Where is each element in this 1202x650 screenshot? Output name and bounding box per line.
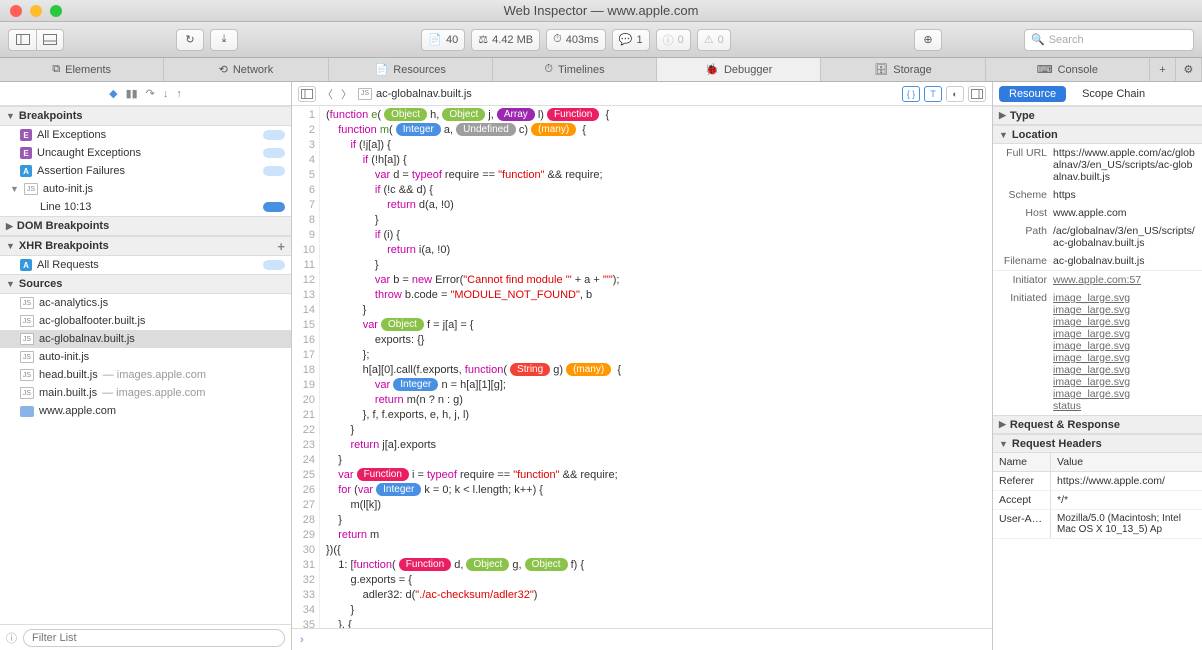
issues-icon[interactable]: ⓘ bbox=[6, 630, 17, 646]
toolbar: ↻ ⤓ 📄 40 ⚖ 4.42 MB ⏱ 403ms 💬 1 ⓘ 0 ⚠ 0 ⊕… bbox=[0, 22, 1202, 58]
breakpoints-header[interactable]: ▼Breakpoints bbox=[0, 106, 291, 126]
tab-settings[interactable]: ⚙ bbox=[1176, 58, 1202, 81]
sidebar-right: Resource Scope Chain ▶Type ▼Location Ful… bbox=[992, 82, 1202, 650]
initiated-link[interactable]: image_large.svg bbox=[1053, 304, 1130, 316]
details-tab-scope[interactable]: Scope Chain bbox=[1072, 86, 1155, 102]
bp-line[interactable]: Line 10:13 bbox=[0, 198, 291, 216]
dom-breakpoints-header[interactable]: ▶DOM Breakpoints bbox=[0, 216, 291, 236]
size-metric[interactable]: ⚖ 4.42 MB bbox=[471, 29, 540, 51]
initiated-link[interactable]: image_large.svg bbox=[1053, 388, 1130, 400]
breadcrumb[interactable]: JSac-globalnav.built.js bbox=[358, 88, 472, 100]
initiated-link[interactable]: image_large.svg bbox=[1053, 292, 1130, 304]
req-headers-section[interactable]: ▼Request Headers bbox=[993, 434, 1202, 453]
initiated-link[interactable]: image_large.svg bbox=[1053, 316, 1130, 328]
code-content[interactable]: (function e( Object h, Object j, Array l… bbox=[320, 106, 992, 628]
filter-bar: ⓘ bbox=[0, 624, 291, 650]
coverage-button[interactable]: ◐ bbox=[946, 86, 964, 102]
initiated-link[interactable]: image_large.svg bbox=[1053, 352, 1130, 364]
initiated-link[interactable]: image_large.svg bbox=[1053, 340, 1130, 352]
editor: 〈 〉 JSac-globalnav.built.js { } T ◐ 1234… bbox=[292, 82, 992, 650]
time-metric[interactable]: ⏱ 403ms bbox=[546, 29, 606, 51]
sidebar-left: ◆ ▮▮ ↷ ↓ ↑ ▼Breakpoints EAll Exceptions … bbox=[0, 82, 292, 650]
tabbar: ⧉Elements ⟲Network 📄Resources ⏱Timelines… bbox=[0, 58, 1202, 82]
tab-add[interactable]: + bbox=[1150, 58, 1176, 81]
source-item[interactable]: JShead.built.js — images.apple.com bbox=[0, 366, 291, 384]
toggle-navigator-button[interactable] bbox=[298, 86, 316, 102]
resources-metric[interactable]: 📄 40 bbox=[421, 29, 465, 51]
xhr-breakpoints-header[interactable]: ▼XHR Breakpoints+ bbox=[0, 236, 291, 256]
bp-uncaught-exceptions[interactable]: EUncaught Exceptions bbox=[0, 144, 291, 162]
reload-button[interactable]: ↻ bbox=[176, 29, 204, 51]
bp-all-requests[interactable]: AAll Requests bbox=[0, 256, 291, 274]
source-item[interactable]: JSauto-init.js bbox=[0, 348, 291, 366]
errors-metric[interactable]: ⓘ 0 bbox=[656, 29, 691, 51]
type-profile-button[interactable]: T bbox=[924, 86, 942, 102]
add-xhr-bp-button[interactable]: + bbox=[277, 239, 285, 254]
source-item[interactable]: JSmain.built.js — images.apple.com bbox=[0, 384, 291, 402]
search-icon: 🔍 bbox=[1031, 33, 1045, 46]
tab-timelines[interactable]: ⏱Timelines bbox=[493, 58, 657, 81]
source-item[interactable]: JSac-analytics.js bbox=[0, 294, 291, 312]
nav-forward-button[interactable]: 〉 bbox=[341, 86, 352, 102]
bp-file[interactable]: ▼JSauto-init.js bbox=[0, 180, 291, 198]
debugger-controls: ◆ ▮▮ ↷ ↓ ↑ bbox=[0, 82, 291, 106]
line-gutter[interactable]: 1234567891011121314151617181920212223242… bbox=[292, 106, 320, 628]
breakpoint-toggle-icon[interactable]: ◆ bbox=[109, 87, 117, 100]
window-title: Web Inspector — www.apple.com bbox=[0, 3, 1202, 18]
pause-button[interactable]: ▮▮ bbox=[126, 87, 138, 100]
step-over-button[interactable]: ↷ bbox=[146, 87, 155, 100]
console-prompt[interactable]: › bbox=[292, 628, 992, 650]
pretty-print-button[interactable]: { } bbox=[902, 86, 920, 102]
full-url-value[interactable]: https://www.apple.com/ac/globalnav/3/en_… bbox=[1053, 147, 1196, 183]
initiator-link[interactable]: www.apple.com:57 bbox=[1053, 274, 1141, 286]
initiated-link[interactable]: image_large.svg bbox=[1053, 376, 1130, 388]
tab-debugger[interactable]: 🐞Debugger bbox=[657, 58, 821, 81]
sources-header[interactable]: ▼Sources bbox=[0, 274, 291, 294]
nav-back-button[interactable]: 〈 bbox=[322, 86, 333, 102]
titlebar: Web Inspector — www.apple.com bbox=[0, 0, 1202, 22]
filter-input[interactable] bbox=[23, 629, 285, 647]
header-row: User-A…Mozilla/5.0 (Macintosh; Intel Mac… bbox=[993, 510, 1202, 539]
download-button[interactable]: ⤓ bbox=[210, 29, 238, 51]
tab-resources[interactable]: 📄Resources bbox=[329, 58, 493, 81]
type-section[interactable]: ▶Type bbox=[993, 106, 1202, 125]
initiated-link[interactable]: image_large.svg bbox=[1053, 328, 1130, 340]
details-tab-resource[interactable]: Resource bbox=[999, 86, 1066, 102]
search-field[interactable]: 🔍 Search bbox=[1024, 29, 1194, 51]
header-row: Accept*/* bbox=[993, 491, 1202, 510]
logs-metric[interactable]: 💬 1 bbox=[612, 29, 650, 51]
warnings-metric[interactable]: ⚠ 0 bbox=[697, 29, 731, 51]
initiated-link[interactable]: image_large.svg bbox=[1053, 364, 1130, 376]
step-into-button[interactable]: ↓ bbox=[163, 88, 169, 100]
source-item[interactable]: JSac-globalnav.built.js bbox=[0, 330, 291, 348]
source-item[interactable]: JSac-globalfooter.built.js bbox=[0, 312, 291, 330]
initiated-link[interactable]: status bbox=[1053, 400, 1081, 412]
tab-console[interactable]: ⌨Console bbox=[986, 58, 1150, 81]
source-item[interactable]: www.apple.com bbox=[0, 402, 291, 420]
tab-storage[interactable]: 🗄Storage bbox=[821, 58, 985, 81]
tab-network[interactable]: ⟲Network bbox=[164, 58, 328, 81]
location-section[interactable]: ▼Location bbox=[993, 125, 1202, 144]
bp-all-exceptions[interactable]: EAll Exceptions bbox=[0, 126, 291, 144]
inspect-element-button[interactable]: ⊕ bbox=[914, 29, 942, 51]
toggle-details-button[interactable] bbox=[968, 86, 986, 102]
toggle-bottom-panel-button[interactable] bbox=[36, 29, 64, 51]
header-row: Refererhttps://www.apple.com/ bbox=[993, 472, 1202, 491]
bp-assertion-failures[interactable]: AAssertion Failures bbox=[0, 162, 291, 180]
toggle-left-sidebar-button[interactable] bbox=[8, 29, 36, 51]
req-resp-section[interactable]: ▶Request & Response bbox=[993, 415, 1202, 434]
tab-elements[interactable]: ⧉Elements bbox=[0, 58, 164, 81]
step-out-button[interactable]: ↑ bbox=[176, 88, 182, 100]
